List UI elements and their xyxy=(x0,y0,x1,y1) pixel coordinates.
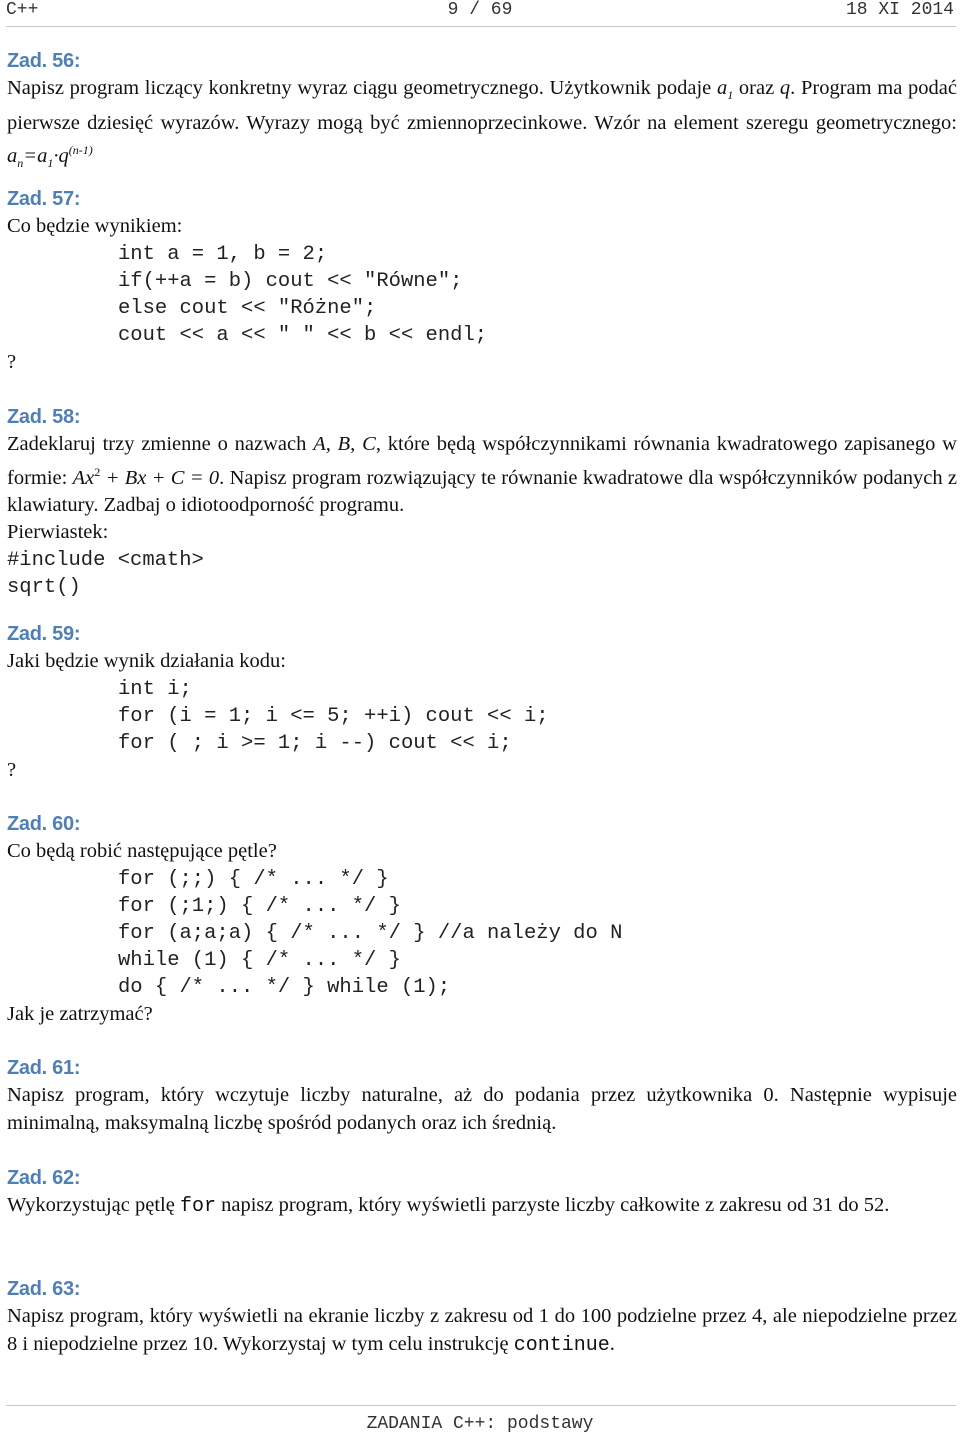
code-line: sqrt() xyxy=(7,575,81,599)
task-57: Zad. 57: Co będzie wynikiem: int a = 1, … xyxy=(7,186,957,376)
page-footer: ZADANIA C++: podstawy xyxy=(366,1414,594,1434)
task-60: Zad. 60: Co będą robić następujące pętle… xyxy=(7,811,957,1028)
header-divider xyxy=(6,26,956,27)
task-intro: Co będą robić następujące pętle? xyxy=(7,840,277,862)
task-heading: Zad. 56: xyxy=(7,50,81,72)
header-date: 18 XI 2014 xyxy=(845,0,954,20)
task-heading: Zad. 62: xyxy=(7,1167,81,1189)
task-62: Zad. 62: Wykorzystując pętlę for napisz … xyxy=(7,1165,957,1221)
task-heading: Zad. 60: xyxy=(7,813,81,835)
code-line: int a = 1, b = 2; xyxy=(118,242,328,266)
task-61: Zad. 61: Napisz program, który wczytuje … xyxy=(7,1055,957,1137)
task-intro: Co będzie wynikiem: xyxy=(7,215,183,237)
task-text: Napisz program, który wczytuje liczby na… xyxy=(7,1084,957,1134)
task-question: ? xyxy=(7,758,17,781)
code-line: #include <cmath> xyxy=(7,548,204,572)
task-58: Zad. 58: Zadeklaruj trzy zmienne o nazwa… xyxy=(7,404,957,601)
code-line: for (;;) { /* ... */ } xyxy=(118,867,389,891)
task-hint: Pierwiastek: xyxy=(7,521,109,544)
code-line: if(++a = b) cout << "Równe"; xyxy=(118,269,463,293)
code-line: int i; xyxy=(118,677,192,701)
task-59: Zad. 59: Jaki będzie wynik działania kod… xyxy=(7,621,957,784)
task-text: Wykorzystując pętlę for napisz program, … xyxy=(7,1194,890,1218)
page-header: C++ 9 / 69 18 XI 2014 xyxy=(0,0,960,24)
code-line: else cout << "Różne"; xyxy=(118,296,377,320)
footer-divider xyxy=(6,1405,956,1406)
task-heading: Zad. 63: xyxy=(7,1278,81,1300)
task-63: Zad. 63: Napisz program, który wyświetli… xyxy=(7,1276,957,1359)
task-56: Zad. 56: Napisz program liczący konkretn… xyxy=(7,48,957,178)
page-number: 9 / 69 xyxy=(447,0,513,20)
code-line: for (i = 1; i <= 5; ++i) cout << i; xyxy=(118,704,549,728)
task-text: Napisz program liczący konkretny wyraz c… xyxy=(7,77,957,171)
task-heading: Zad. 58: xyxy=(7,406,81,428)
code-line: cout << a << " " << b << endl; xyxy=(118,323,488,347)
task-text: Napisz program, który wyświetli na ekran… xyxy=(7,1305,957,1357)
code-line: for ( ; i >= 1; i --) cout << i; xyxy=(118,731,512,755)
code-line: do { /* ... */ } while (1); xyxy=(118,975,451,999)
code-line: while (1) { /* ... */ } xyxy=(118,948,401,972)
task-heading: Zad. 61: xyxy=(7,1057,81,1079)
task-text: Zadeklaruj trzy zmienne o nazwach A, B, … xyxy=(7,433,958,516)
task-question: ? xyxy=(7,350,17,373)
task-heading: Zad. 59: xyxy=(7,623,81,645)
code-line: for (a;a;a) { /* ... */ } //a należy do … xyxy=(118,921,623,945)
task-outro: Jak je zatrzymać? xyxy=(7,1002,153,1025)
task-intro: Jaki będzie wynik działania kodu: xyxy=(7,650,286,672)
task-heading: Zad. 57: xyxy=(7,188,81,210)
code-line: for (;1;) { /* ... */ } xyxy=(118,894,401,918)
